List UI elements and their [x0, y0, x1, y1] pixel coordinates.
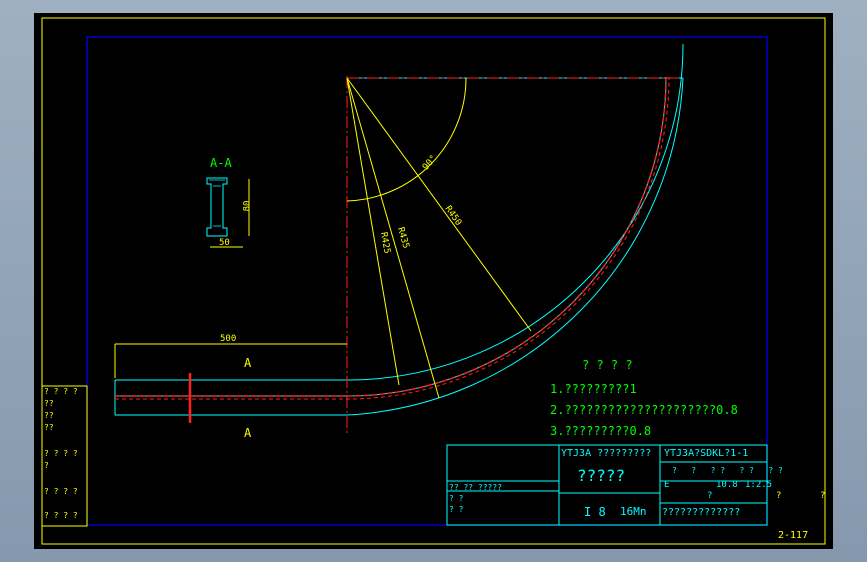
drawing-canvas: 2-117 A-A 80 50 500 A A R425 R435 R450 9…: [34, 13, 833, 549]
left-table: ? ? ? ? ?? ?? ?? ? ? ? ? ? ? ? ? ? ? ? ?…: [44, 386, 86, 522]
left-table-row: ? ? ? ?: [44, 487, 78, 496]
dimension-lines: [114, 77, 532, 399]
scale: 1:2.5: [745, 480, 773, 490]
outer-q1: ?: [776, 491, 782, 501]
drawing-number: YTJ3A?SDKL?1-1: [664, 448, 749, 459]
left-table-row: ? ? ? ?: [44, 387, 78, 396]
left-table-row: ??: [44, 423, 54, 432]
left-table-row: ? ? ? ? ?: [44, 449, 78, 470]
notes-heading: ? ? ? ?: [582, 358, 633, 372]
material: 16Mn: [620, 505, 647, 518]
mass: 10.8: [716, 480, 738, 490]
left-cells: ?? ?? ????? ? ? ? ?: [449, 483, 503, 514]
bottom-label: ?????????????: [662, 507, 741, 518]
part-spec: I 8: [584, 505, 606, 519]
cut-mark-bottom: A: [244, 426, 252, 440]
outer-q2: ?: [820, 491, 826, 501]
part-name: ?????: [577, 466, 626, 485]
note-item: 2.?????????????????????0.8: [550, 403, 738, 417]
left-table-row: ??: [44, 399, 54, 408]
straight-length-dim: 500: [220, 334, 237, 344]
sheet-number: 2-117: [778, 530, 808, 541]
note-item: 3.?????????0.8: [550, 424, 652, 438]
section-view: [206, 177, 250, 248]
mark: E: [664, 480, 670, 490]
section-label: A-A: [210, 156, 232, 170]
left-table-row: ? ? ? ?: [44, 511, 78, 520]
notes-list: 1.?????????1 2.?????????????????????0.8 …: [550, 379, 738, 442]
section-width-dim: 50: [219, 238, 230, 248]
note-item: 1.?????????1: [550, 382, 637, 396]
cut-mark-top: A: [244, 356, 252, 370]
left-table-row: ??: [44, 411, 54, 420]
section-height-dim: 80: [242, 200, 253, 212]
sheet-q: ?: [707, 491, 713, 501]
header-cells: ? ? ? ? ? ? ? ?: [672, 466, 783, 475]
company-name: YTJ3A ?????????: [561, 448, 652, 459]
